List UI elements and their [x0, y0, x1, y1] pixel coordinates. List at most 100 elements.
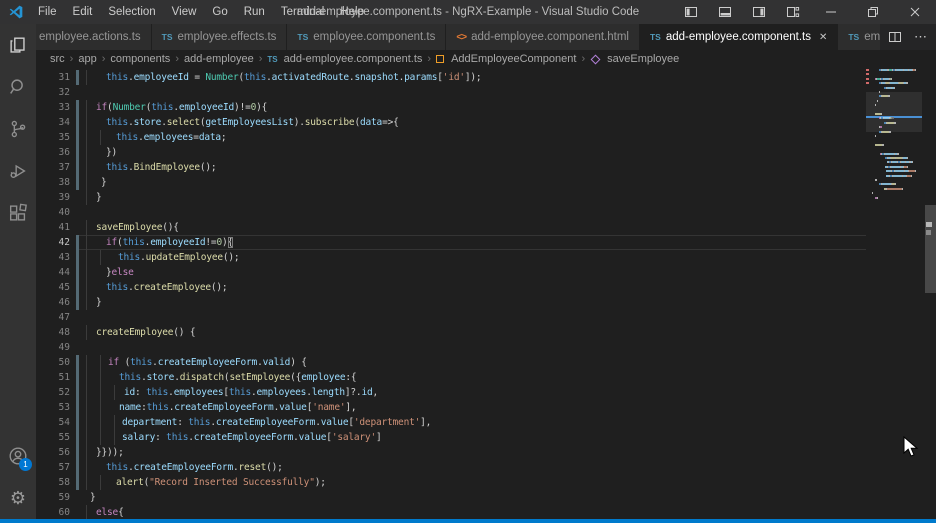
indent-guide — [100, 130, 101, 145]
code-line[interactable]: 37this.BindEmployee(); — [36, 160, 936, 175]
code-line[interactable]: 45this.createEmployee(); — [36, 280, 936, 295]
line-number: 36 — [36, 145, 70, 160]
code-line[interactable]: 53name:this.createEmployeeForm.value['na… — [36, 400, 936, 415]
code-line[interactable]: 39} — [36, 190, 936, 205]
sidebar-item-run-debug[interactable] — [0, 150, 36, 192]
code-line[interactable]: 57this.createEmployeeForm.reset(); — [36, 460, 936, 475]
sidebar-item-source-control[interactable] — [0, 108, 36, 150]
code-line[interactable]: 48createEmployee() { — [36, 325, 936, 340]
tab-close-icon[interactable]: ✕ — [819, 32, 827, 43]
code-line[interactable]: 51this.store.dispatch(setEmployee({emplo… — [36, 370, 936, 385]
modified-line-indicator — [76, 100, 79, 115]
gutter — [70, 340, 86, 355]
menu-file[interactable]: File — [30, 2, 65, 22]
minimize-button[interactable] — [810, 0, 852, 24]
accounts-button[interactable]: 1 — [0, 435, 36, 477]
code-line[interactable]: 56}})); — [36, 445, 936, 460]
more-actions-icon[interactable]: ⋯ — [914, 29, 928, 45]
indent-guide — [100, 370, 101, 385]
search-icon — [7, 76, 29, 98]
code-line[interactable]: 60else{ — [36, 505, 936, 519]
modified-line-indicator — [76, 385, 79, 400]
line-text: id: this.employees[this.employees.length… — [86, 385, 378, 400]
sidebar-item-extensions[interactable] — [0, 192, 36, 234]
minimap-slider[interactable] — [866, 92, 922, 132]
breadcrumb-item-saveEmployee[interactable]: saveEmployee — [607, 53, 679, 65]
title-bar: FileEditSelectionViewGoRunTerminalHelp a… — [0, 0, 936, 24]
tab-employee.effects.ts[interactable]: TSemployee.effects.ts — [152, 24, 288, 50]
tab-add-employee.component.html[interactable]: <>add-employee.component.html — [446, 24, 640, 50]
code-line[interactable]: 55salary: this.createEmployeeForm.value[… — [36, 430, 936, 445]
code-line[interactable]: 40 — [36, 205, 936, 220]
tab-label: employee.component.ts — [313, 31, 435, 43]
minimap[interactable] — [866, 68, 922, 519]
close-button[interactable] — [894, 0, 936, 24]
breadcrumb-item-src[interactable]: src — [50, 53, 65, 65]
code-editor[interactable]: 31this.employeeId = Number(this.activate… — [36, 68, 936, 519]
code-line[interactable]: 38} — [36, 175, 936, 190]
menu-run[interactable]: Run — [236, 2, 273, 22]
layout-sidebar-right-icon[interactable] — [742, 0, 776, 24]
sidebar-item-search[interactable] — [0, 66, 36, 108]
code-line[interactable]: 35this.employees=data; — [36, 130, 936, 145]
layout-sidebar-left-icon[interactable] — [674, 0, 708, 24]
indent-guide — [100, 355, 101, 370]
tab-employee.component.ts[interactable]: TSemployee.component.ts — [287, 24, 446, 50]
line-text: if(Number(this.employeeId)!=0){ — [86, 100, 267, 115]
code-line[interactable]: 42if(this.employeeId!=0){ — [36, 235, 936, 250]
breadcrumb-item-add-employee[interactable]: add-employee — [184, 53, 254, 65]
modified-line-indicator — [76, 415, 79, 430]
code-line[interactable]: 49 — [36, 340, 936, 355]
gutter — [70, 145, 86, 160]
line-text: if(this.employeeId!=0){ — [86, 235, 233, 250]
code-line[interactable]: 52id: this.employees[this.employees.leng… — [36, 385, 936, 400]
code-line[interactable]: 58alert("Record Inserted Successfully"); — [36, 475, 936, 490]
code-line[interactable]: 32 — [36, 85, 936, 100]
minimap-line — [875, 113, 883, 115]
gutter — [70, 355, 86, 370]
indent-guide — [86, 250, 87, 265]
menu-view[interactable]: View — [164, 2, 205, 22]
minimap-line — [875, 104, 876, 106]
code-line[interactable]: 34this.store.select(getEmployeesList).su… — [36, 115, 936, 130]
code-line[interactable]: 36}) — [36, 145, 936, 160]
settings-button[interactable]: ⚙ — [0, 477, 36, 519]
code-line[interactable]: 54department: this.createEmployeeForm.va… — [36, 415, 936, 430]
modified-line-indicator — [76, 250, 79, 265]
minimap-line — [885, 157, 908, 159]
indent-guide — [86, 70, 87, 85]
code-line[interactable]: 43this.updateEmployee(); — [36, 250, 936, 265]
breadcrumb-item-add-employee.component.ts[interactable]: add-employee.component.ts — [284, 53, 423, 65]
tab-employee.actions.ts[interactable]: employee.actions.ts — [36, 24, 152, 50]
code-line[interactable]: 46} — [36, 295, 936, 310]
gutter — [70, 175, 86, 190]
menu-edit[interactable]: Edit — [65, 2, 101, 22]
gutter — [70, 100, 86, 115]
minimap-line — [884, 122, 896, 124]
code-line[interactable]: 33if(Number(this.employeeId)!=0){ — [36, 100, 936, 115]
restore-button[interactable] — [852, 0, 894, 24]
code-line[interactable]: 31this.employeeId = Number(this.activate… — [36, 70, 936, 85]
sidebar-item-explorer[interactable] — [0, 24, 36, 66]
scrollbar-thumb[interactable] — [925, 205, 936, 293]
line-number: 55 — [36, 430, 70, 445]
tab-add-employee.component.ts[interactable]: TSadd-employee.component.ts✕ — [640, 24, 838, 50]
minimap-change-mark — [866, 69, 869, 71]
code-line[interactable]: 59} — [36, 490, 936, 505]
breadcrumb-item-app[interactable]: app — [78, 53, 96, 65]
layout-panel-icon[interactable] — [708, 0, 742, 24]
menu-selection[interactable]: Selection — [100, 2, 163, 22]
breadcrumb-item-components[interactable]: components — [110, 53, 170, 65]
menu-go[interactable]: Go — [204, 2, 235, 22]
split-editor-icon[interactable] — [888, 30, 902, 44]
code-line[interactable]: 44}else — [36, 265, 936, 280]
code-line[interactable]: 50if (this.createEmployeeForm.valid) { — [36, 355, 936, 370]
modified-line-indicator — [76, 145, 79, 160]
code-line[interactable]: 47 — [36, 310, 936, 325]
breadcrumb-separator-icon: › — [68, 53, 76, 65]
customize-layout-icon[interactable] — [776, 0, 810, 24]
minimap-line — [879, 69, 916, 71]
code-line[interactable]: 41saveEmployee(){ — [36, 220, 936, 235]
breadcrumb-item-AddEmployeeComponent[interactable]: AddEmployeeComponent — [451, 53, 576, 65]
vertical-scrollbar[interactable] — [925, 68, 936, 519]
